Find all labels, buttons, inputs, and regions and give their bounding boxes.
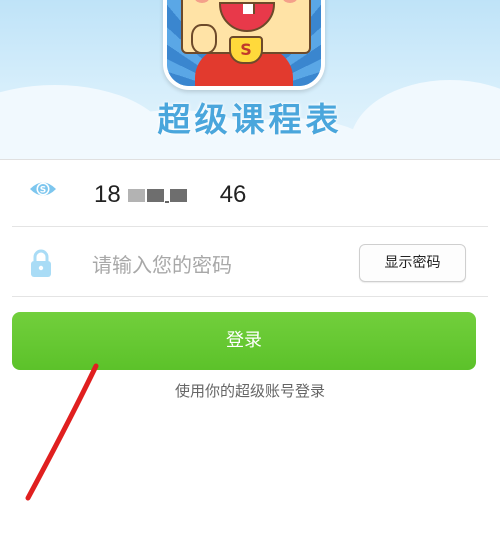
masked-digits	[146, 189, 164, 203]
phone-badge-icon: S	[30, 182, 56, 196]
masked-digits	[169, 189, 187, 203]
phone-number-prefix: 18	[94, 181, 121, 208]
phone-number-field[interactable]: 18 46	[94, 180, 246, 210]
lock-icon	[31, 249, 51, 277]
login-hint: 使用你的超级账号登录	[174, 382, 325, 400]
header-banner: S 超级课程表	[0, 0, 500, 160]
divider	[12, 226, 488, 227]
svg-text:S: S	[40, 186, 46, 196]
app-logo: S	[163, 0, 325, 90]
divider	[12, 296, 488, 297]
phone-number-suffix: 46	[219, 181, 247, 208]
login-button[interactable]: 登录	[12, 312, 476, 370]
divider	[0, 159, 500, 160]
masked-digits	[127, 189, 145, 203]
password-input[interactable]	[92, 248, 342, 282]
app-title: 超级课程表	[157, 100, 343, 139]
show-password-button[interactable]: 显示密码	[359, 244, 466, 282]
